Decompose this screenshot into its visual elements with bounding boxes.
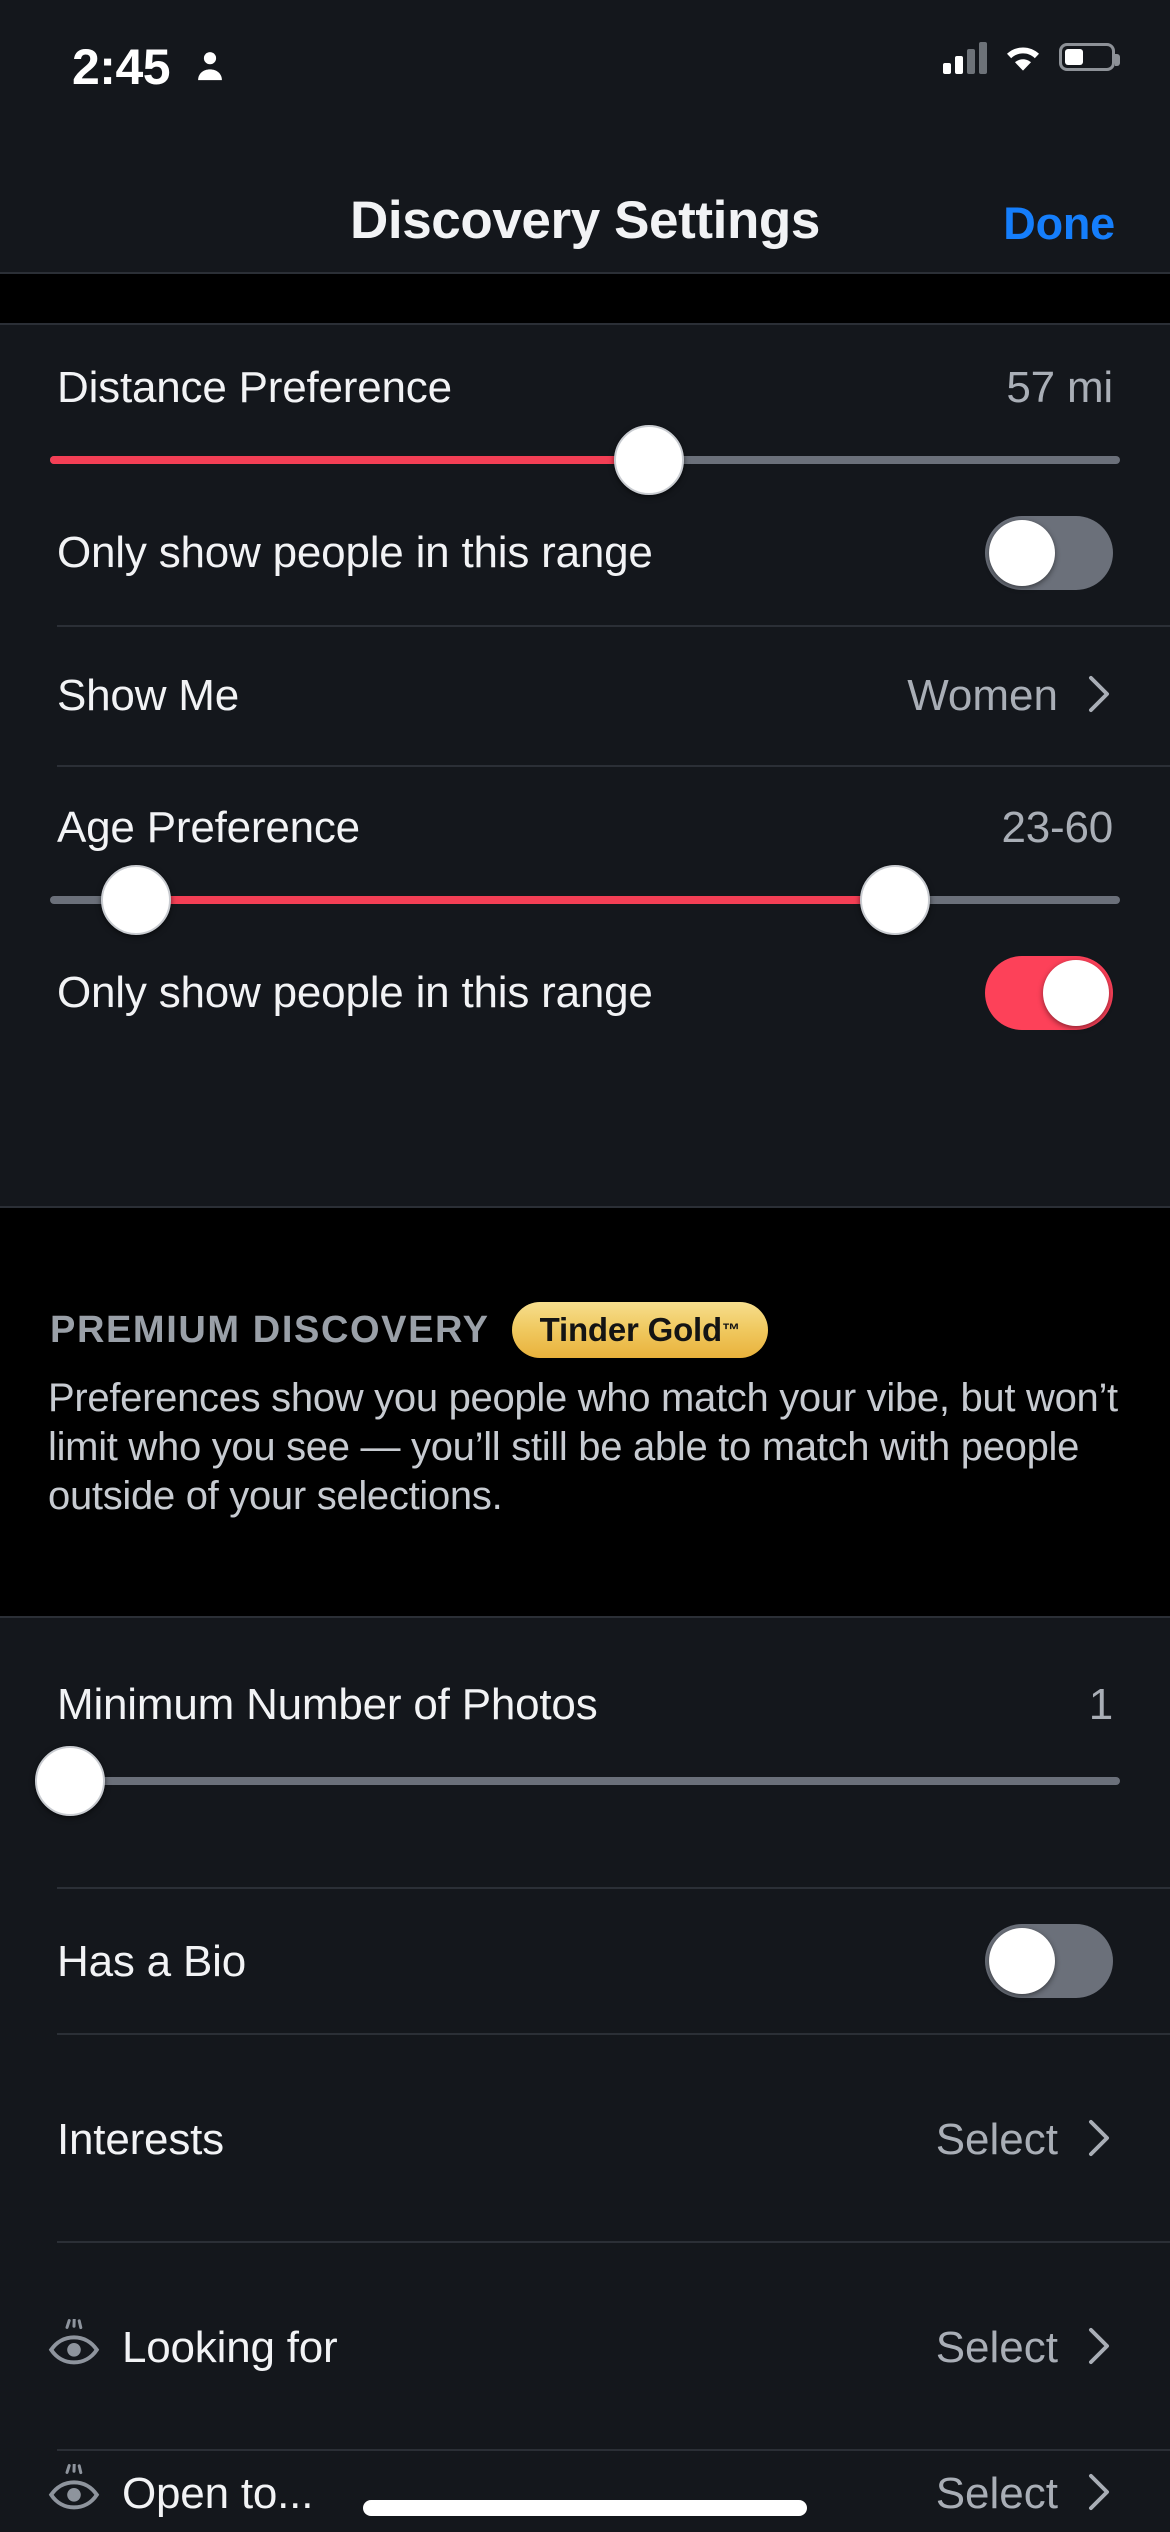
toggle-knob (989, 520, 1055, 586)
person-icon (198, 52, 222, 81)
age-slider-fill (135, 896, 896, 904)
chevron-right-icon (1089, 675, 1109, 713)
discovery-preferences-card: Distance Preference 57 mi Only show peop… (0, 325, 1170, 1206)
age-preference-row: Age Preference 23-60 (0, 765, 1170, 935)
show-me-value: Women (907, 671, 1058, 720)
minimum-photos-row: Minimum Number of Photos 1 (0, 1616, 1170, 1816)
chevron-right-icon (1089, 2327, 1109, 2365)
minimum-photos-label: Minimum Number of Photos (57, 1680, 598, 1729)
has-a-bio-label: Has a Bio (57, 1937, 246, 1986)
premium-discovery-section: PREMIUM DISCOVERY Tinder Gold ™ Preferenc… (0, 1206, 1170, 1583)
premium-discovery-header: PREMIUM DISCOVERY Tinder Gold ™ (50, 1302, 768, 1358)
looking-for-row[interactable]: Looking for Select (0, 2241, 1170, 2449)
tinder-gold-badge[interactable]: Tinder Gold ™ (511, 1302, 768, 1358)
premium-discovery-title: PREMIUM DISCOVERY (50, 1308, 490, 1351)
has-a-bio-toggle[interactable] (985, 1924, 1113, 1998)
distance-preference-label: Distance Preference (57, 363, 452, 412)
interests-row[interactable]: Interests Select (0, 2033, 1170, 2241)
status-bar-time: 2:45 (72, 39, 171, 95)
distance-preference-row: Distance Preference 57 mi (0, 325, 1170, 495)
chevron-right-icon (1089, 2473, 1109, 2511)
distance-preference-value: 57 mi (1006, 363, 1113, 412)
chevron-right-icon (1089, 2119, 1109, 2157)
interests-value: Select (935, 2115, 1058, 2164)
age-preference-value: 23-60 (1001, 803, 1113, 852)
open-to-value: Select (935, 2469, 1058, 2518)
page-title: Discovery Settings (350, 191, 820, 250)
looking-for-value: Select (935, 2323, 1058, 2372)
show-me-label: Show Me (57, 671, 240, 720)
wifi-icon (1007, 47, 1039, 71)
battery-icon (1059, 43, 1120, 71)
premium-filters-card: Minimum Number of Photos 1 Has a Bio Int… (0, 1616, 1170, 2532)
eye-icon (48, 2464, 100, 2510)
premium-discovery-description: Preferences show you people who match yo… (48, 1376, 1118, 1518)
minimum-photos-value: 1 (1088, 1680, 1113, 1729)
show-me-row[interactable]: Show Me Women (0, 625, 1170, 765)
interests-label: Interests (57, 2115, 224, 2164)
age-range-toggle[interactable] (985, 956, 1113, 1030)
distance-slider-fill (50, 456, 650, 464)
open-to-label: Open to... (122, 2469, 314, 2518)
navigation-bar: Discovery Settings Done (0, 165, 1170, 272)
status-bar: 2:45 (0, 0, 1170, 165)
section-gap-top (0, 272, 1170, 325)
distance-range-toggle-label: Only show people in this range (57, 528, 653, 577)
eye-icon (48, 2319, 100, 2365)
age-range-toggle-label: Only show people in this range (57, 968, 653, 1017)
minimum-photos-slider[interactable] (35, 1746, 1120, 1816)
minimum-photos-slider-track (50, 1777, 1120, 1785)
tinder-gold-badge-label: Tinder Gold (539, 1311, 723, 1348)
looking-for-label: Looking for (122, 2323, 338, 2372)
trademark-mark: ™ (722, 1319, 740, 1340)
distance-range-toggle[interactable] (985, 516, 1113, 590)
status-bar-indicators (943, 40, 1120, 74)
distance-range-toggle-row: Only show people in this range (0, 480, 1170, 625)
open-to-row[interactable]: Open to... Select (0, 2449, 1170, 2532)
cellular-signal-icon (943, 40, 987, 74)
has-a-bio-row: Has a Bio (0, 1887, 1170, 2033)
toggle-knob (1043, 960, 1109, 1026)
app-screen: 2:45 Discovery Settings Done Distance Pr… (0, 0, 1170, 2532)
minimum-photos-slider-knob[interactable] (35, 1746, 105, 1816)
toggle-knob (989, 1928, 1055, 1994)
age-range-toggle-row: Only show people in this range (0, 920, 1170, 1065)
home-indicator[interactable] (363, 2500, 807, 2516)
age-preference-label: Age Preference (57, 803, 360, 852)
done-button[interactable]: Done (1003, 198, 1115, 250)
